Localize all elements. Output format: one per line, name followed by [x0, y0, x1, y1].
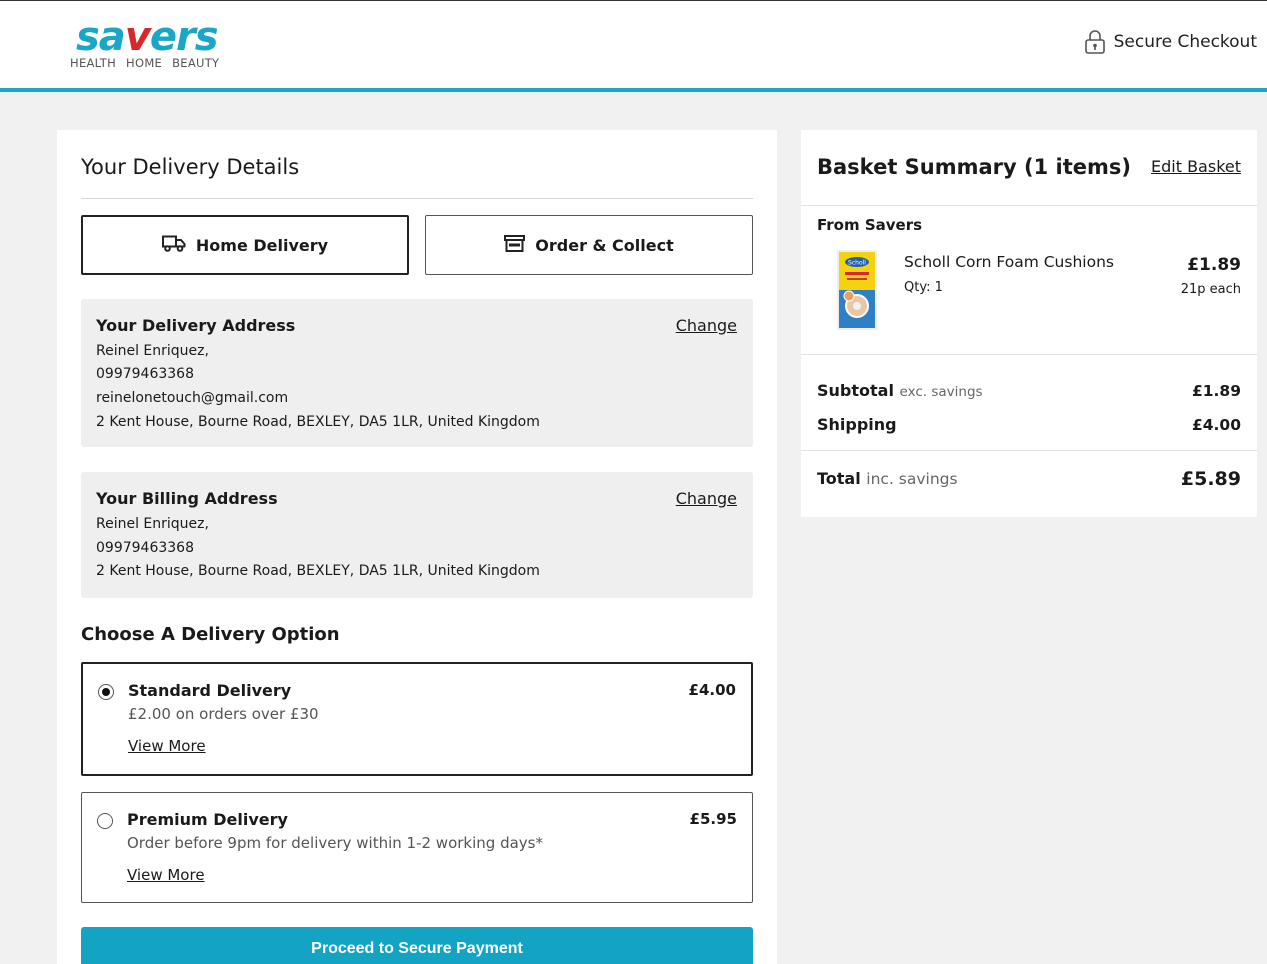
product-image[interactable]: Scholl [837, 250, 877, 330]
from-savers-label: From Savers [817, 216, 923, 234]
delivery-address-title: Your Delivery Address [96, 316, 296, 335]
secure-checkout-label: Secure Checkout [1113, 32, 1257, 52]
product-qty: Qty: 1 [904, 280, 943, 295]
delivery-address-email: reinelonetouch@gmail.com [96, 390, 289, 406]
billing-address-title: Your Billing Address [96, 489, 278, 508]
divider [801, 205, 1257, 206]
basket-summary-title: Basket Summary (1 items) [817, 155, 1132, 179]
delivery-address-name: Reinel Enriquez, [96, 343, 209, 359]
change-billing-address-link[interactable]: Change [676, 489, 737, 508]
delivery-option-heading: Choose A Delivery Option [81, 624, 340, 645]
savers-logo[interactable]: savers HEALTH HOME BEAUTY [70, 17, 220, 70]
tab-order-collect-label: Order & Collect [535, 235, 674, 255]
billing-address-phone: 09979463368 [96, 540, 194, 556]
divider [801, 450, 1257, 451]
divider [801, 354, 1257, 355]
standard-delivery-price: £4.00 [688, 681, 736, 699]
site-header: savers HEALTH HOME BEAUTY Secure Checkou… [0, 0, 1267, 92]
divider [81, 198, 753, 199]
product-brand-text: Scholl [848, 260, 866, 267]
subtotal-value: £1.89 [1191, 382, 1241, 400]
subtotal-note: exc. savings [899, 384, 983, 400]
subtotal-label: Subtotal exc. savings [817, 381, 983, 400]
tab-order-collect[interactable]: Order & Collect [425, 215, 753, 275]
logo-wordmark: savers [76, 14, 219, 60]
basket-summary-panel: Basket Summary (1 items) Edit Basket Fro… [801, 130, 1257, 517]
delivery-address-phone: 09979463368 [96, 366, 194, 382]
standard-delivery-radio[interactable] [98, 684, 114, 700]
store-icon [504, 234, 526, 256]
premium-delivery-name: Premium Delivery [127, 810, 288, 829]
total-value: £5.89 [1180, 468, 1241, 490]
delivery-details-title: Your Delivery Details [81, 155, 300, 179]
secure-checkout: Secure Checkout [1084, 29, 1257, 55]
premium-delivery-radio[interactable] [97, 813, 113, 829]
standard-delivery-description: £2.00 on orders over £30 [128, 705, 319, 723]
product-price: £1.89 [1187, 255, 1241, 275]
padlock-icon [1084, 29, 1106, 55]
standard-delivery-name: Standard Delivery [128, 681, 292, 700]
logo-tagline: HEALTH HOME BEAUTY [70, 56, 220, 70]
change-delivery-address-link[interactable]: Change [676, 316, 737, 335]
billing-address-name: Reinel Enriquez, [96, 516, 209, 532]
delivery-address-box: Your Delivery Address Change Reinel Enri… [81, 299, 753, 447]
total-label: Total inc. savings [817, 469, 958, 488]
truck-icon [161, 235, 186, 256]
billing-address-box: Your Billing Address Change Reinel Enriq… [81, 472, 753, 598]
tab-home-delivery[interactable]: Home Delivery [81, 215, 409, 275]
standard-delivery-view-more-link[interactable]: View More [128, 737, 206, 755]
shipping-value: £4.00 [1191, 416, 1241, 434]
premium-delivery-description: Order before 9pm for delivery within 1-2… [127, 834, 543, 852]
edit-basket-link[interactable]: Edit Basket [1151, 157, 1241, 176]
tab-home-delivery-label: Home Delivery [195, 235, 329, 255]
proceed-to-payment-button[interactable]: Proceed to Secure Payment [81, 927, 753, 964]
billing-address-street: 2 Kent House, Bourne Road, BEXLEY, DA5 1… [96, 563, 540, 579]
total-note: inc. savings [866, 470, 958, 488]
delivery-details-panel: Your Delivery Details Home Delivery Orde… [57, 130, 777, 964]
delivery-address-street: 2 Kent House, Bourne Road, BEXLEY, DA5 1… [96, 414, 540, 430]
shipping-label: Shipping [817, 415, 897, 434]
product-name[interactable]: Scholl Corn Foam Cushions [904, 253, 1114, 271]
standard-delivery-option[interactable]: Standard Delivery £4.00 £2.00 on orders … [81, 662, 753, 776]
product-unit-price: 21p each [1180, 282, 1241, 297]
premium-delivery-price: £5.95 [689, 810, 737, 828]
premium-delivery-view-more-link[interactable]: View More [127, 866, 205, 884]
premium-delivery-option[interactable]: Premium Delivery £5.95 Order before 9pm … [81, 792, 753, 903]
